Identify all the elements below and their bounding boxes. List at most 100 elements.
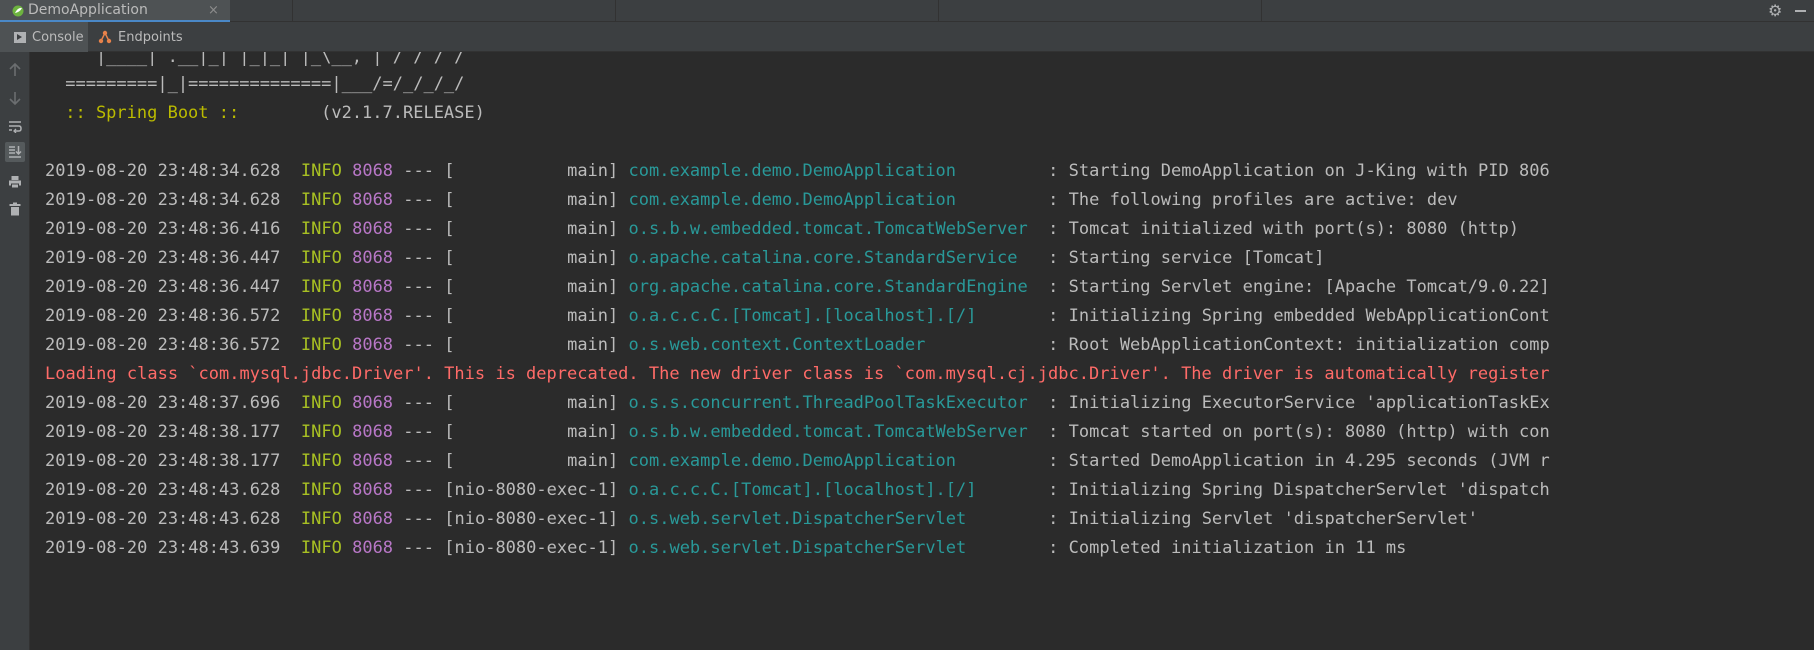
log-logger: com.example.demo.DemoApplication <box>628 190 1038 210</box>
log-pid: 8068 <box>352 190 394 210</box>
log-message: : Starting Servlet engine: [Apache Tomca… <box>1048 277 1550 297</box>
soft-wrap-icon[interactable] <box>5 116 25 136</box>
log-separator: --- <box>403 393 435 413</box>
run-tab-title: DemoApplication <box>28 2 148 18</box>
up-arrow-icon[interactable] <box>5 60 25 80</box>
log-logger: o.s.s.concurrent.ThreadPoolTaskExecutor <box>628 393 1038 413</box>
log-timestamp: 2019-08-20 23:48:36.572 <box>45 306 281 326</box>
log-level: INFO <box>300 538 342 558</box>
log-thread: [ main] <box>444 161 619 181</box>
spring-boot-icon <box>12 5 24 17</box>
log-pid: 8068 <box>352 277 394 297</box>
tab-console-label: Console <box>32 29 84 45</box>
log-line: 2019-08-20 23:48:43.628 INFO 8068 --- [n… <box>45 508 1478 530</box>
log-message: : Starting service [Tomcat] <box>1048 248 1325 268</box>
log-thread: [ main] <box>444 306 619 326</box>
log-pid: 8068 <box>352 248 394 268</box>
log-level: INFO <box>300 219 342 239</box>
log-thread: [ main] <box>444 277 619 297</box>
log-message: : Tomcat started on port(s): 8080 (http)… <box>1048 422 1550 442</box>
log-pid: 8068 <box>352 451 394 471</box>
endpoints-icon <box>98 30 112 44</box>
scroll-to-end-icon[interactable] <box>5 142 25 162</box>
log-thread: [ main] <box>444 422 619 442</box>
log-level: INFO <box>300 277 342 297</box>
log-level: INFO <box>300 451 342 471</box>
log-timestamp: 2019-08-20 23:48:36.447 <box>45 248 281 268</box>
log-pid: 8068 <box>352 219 394 239</box>
log-pid: 8068 <box>352 509 394 529</box>
log-pid: 8068 <box>352 393 394 413</box>
log-message: : Initializing Spring DispatcherServlet … <box>1048 480 1550 500</box>
log-level: INFO <box>300 306 342 326</box>
trash-icon[interactable] <box>5 199 25 219</box>
log-thread: [ main] <box>444 219 619 239</box>
log-pid: 8068 <box>352 335 394 355</box>
close-icon[interactable]: × <box>208 3 219 18</box>
tool-tabs-bar: Console Endpoints <box>0 22 1814 52</box>
log-separator: --- <box>403 451 435 471</box>
log-message: : The following profiles are active: dev <box>1048 190 1458 210</box>
down-arrow-icon[interactable] <box>5 88 25 108</box>
log-pid: 8068 <box>352 480 394 500</box>
hide-panel-icon[interactable] <box>1795 10 1806 12</box>
log-line: 2019-08-20 23:48:36.572 INFO 8068 --- [ … <box>45 334 1550 356</box>
log-pid: 8068 <box>352 538 394 558</box>
log-separator: --- <box>403 248 435 268</box>
log-level: INFO <box>300 393 342 413</box>
log-line: 2019-08-20 23:48:36.447 INFO 8068 --- [ … <box>45 276 1550 298</box>
banner-version-line: :: Spring Boot :: (v2.1.7.RELEASE) <box>55 102 485 124</box>
gear-icon[interactable]: ⚙ <box>1768 1 1782 20</box>
log-separator: --- <box>403 480 435 500</box>
log-thread: [ main] <box>444 248 619 268</box>
log-logger: org.apache.catalina.core.StandardEngine <box>628 277 1038 297</box>
log-timestamp: 2019-08-20 23:48:36.447 <box>45 277 281 297</box>
console-icon <box>14 31 26 43</box>
log-line: 2019-08-20 23:48:36.447 INFO 8068 --- [ … <box>45 247 1325 269</box>
log-line: 2019-08-20 23:48:34.628 INFO 8068 --- [ … <box>45 189 1458 211</box>
log-separator: --- <box>403 335 435 355</box>
log-level: INFO <box>300 161 342 181</box>
log-message: : Initializing Spring embedded WebApplic… <box>1048 306 1550 326</box>
log-thread: [nio-8080-exec-1] <box>444 538 619 558</box>
log-line: 2019-08-20 23:48:37.696 INFO 8068 --- [ … <box>45 392 1550 414</box>
log-logger: o.a.c.c.C.[Tomcat].[localhost].[/] <box>628 306 1038 326</box>
log-timestamp: 2019-08-20 23:48:36.416 <box>45 219 281 239</box>
log-thread: [ main] <box>444 335 619 355</box>
log-thread: [ main] <box>444 451 619 471</box>
log-thread: [ main] <box>444 393 619 413</box>
log-message: : Initializing ExecutorService 'applicat… <box>1048 393 1550 413</box>
log-logger: com.example.demo.DemoApplication <box>628 451 1038 471</box>
log-logger: o.s.b.w.embedded.tomcat.TomcatWebServer <box>628 219 1038 239</box>
log-line: 2019-08-20 23:48:38.177 INFO 8068 --- [ … <box>45 421 1550 443</box>
banner-line: |____| .__|_| |_|_| |_\__, | / / / / <box>55 52 465 67</box>
print-icon[interactable] <box>5 172 25 192</box>
log-timestamp: 2019-08-20 23:48:43.639 <box>45 538 281 558</box>
log-level: INFO <box>300 422 342 442</box>
error-log-line: Loading class `com.mysql.jdbc.Driver'. T… <box>45 364 1550 384</box>
log-separator: --- <box>403 219 435 239</box>
run-tab-demoapplication[interactable]: DemoApplication × <box>0 0 230 22</box>
log-level: INFO <box>300 509 342 529</box>
log-message: : Started DemoApplication in 4.295 secon… <box>1048 451 1550 471</box>
tab-divider <box>615 0 616 22</box>
tab-divider <box>938 0 939 22</box>
log-timestamp: 2019-08-20 23:48:43.628 <box>45 509 281 529</box>
console-output[interactable]: |____| .__|_| |_|_| |_\__, | / / / / ===… <box>30 52 1814 650</box>
log-level: INFO <box>300 248 342 268</box>
log-message: : Completed initialization in 11 ms <box>1048 538 1407 558</box>
log-timestamp: 2019-08-20 23:48:37.696 <box>45 393 281 413</box>
spring-boot-version: (v2.1.7.RELEASE) <box>249 103 485 123</box>
log-message: : Tomcat initialized with port(s): 8080 … <box>1048 219 1519 239</box>
console-toolbar <box>0 52 30 650</box>
tab-endpoints[interactable]: Endpoints <box>98 22 183 52</box>
log-logger: o.s.web.context.ContextLoader <box>628 335 1038 355</box>
spring-boot-label: :: Spring Boot :: <box>55 103 250 123</box>
log-pid: 8068 <box>352 422 394 442</box>
log-line: 2019-08-20 23:48:36.416 INFO 8068 --- [ … <box>45 218 1519 240</box>
log-timestamp: 2019-08-20 23:48:38.177 <box>45 422 281 442</box>
log-separator: --- <box>403 538 435 558</box>
log-separator: --- <box>403 190 435 210</box>
tab-console[interactable]: Console <box>0 22 88 52</box>
log-line: 2019-08-20 23:48:38.177 INFO 8068 --- [ … <box>45 450 1550 472</box>
